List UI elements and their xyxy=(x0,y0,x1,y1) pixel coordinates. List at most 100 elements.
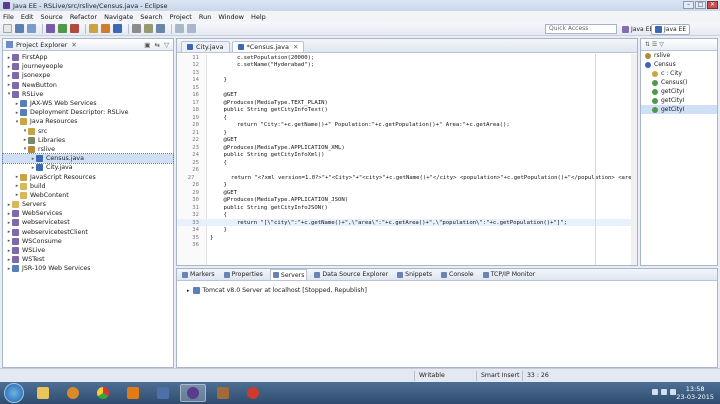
task-recorder[interactable] xyxy=(240,384,266,402)
tree-item[interactable]: ▸ JavaScript Resources xyxy=(3,172,173,181)
menu-search[interactable]: Search xyxy=(140,13,162,21)
code-line[interactable]: 29 @GET xyxy=(177,189,635,196)
tree-item[interactable]: ▾ Java Resources xyxy=(3,117,173,126)
code-line[interactable]: 35} xyxy=(177,234,635,241)
tree-item[interactable]: ▸ Census.java xyxy=(2,153,174,165)
search-icon[interactable] xyxy=(144,24,153,33)
menu-edit[interactable]: Edit xyxy=(21,13,34,21)
code-line[interactable]: 20 return "City:"+c.getName()+" Populati… xyxy=(177,122,635,129)
tab-servers[interactable]: Servers xyxy=(269,269,308,280)
tree-item[interactable]: ▾ src xyxy=(3,127,173,136)
outline-item[interactable]: rslive xyxy=(641,51,717,60)
outline-item[interactable]: c : City xyxy=(641,69,717,78)
tray-icon[interactable] xyxy=(652,389,658,395)
code-line[interactable]: 15 xyxy=(177,84,635,91)
tree-item[interactable]: ▾ rslive xyxy=(3,145,173,154)
outline-item[interactable]: getCityI xyxy=(641,105,717,114)
new-java-project-icon[interactable] xyxy=(89,24,98,33)
tree-item[interactable]: ▸ WSTest xyxy=(3,255,173,264)
tree-item[interactable]: ▸ journeyeople xyxy=(3,62,173,71)
code-line[interactable]: 13 xyxy=(177,69,635,76)
tree-item[interactable]: ▸ jsonexpe xyxy=(3,71,173,80)
volume-icon[interactable] xyxy=(670,389,676,395)
tab-census-java[interactable]: *Census.java ✕ xyxy=(231,41,305,52)
tree-item[interactable]: ▸ build xyxy=(3,182,173,191)
new-class-icon[interactable] xyxy=(113,24,122,33)
outline-item[interactable]: Census() xyxy=(641,78,717,87)
code-line[interactable]: 16 @GET xyxy=(177,92,635,99)
menu-refactor[interactable]: Refactor xyxy=(70,13,97,21)
tab-tcp-ip-monitor[interactable]: TCP/IP Monitor xyxy=(481,269,538,280)
code-line[interactable]: 14 } xyxy=(177,77,635,84)
new-icon[interactable] xyxy=(3,24,12,33)
outline-item[interactable]: Census xyxy=(641,60,717,69)
tree-item[interactable]: ▸ webservicetest xyxy=(3,218,173,227)
network-icon[interactable] xyxy=(661,389,667,395)
outline-item[interactable]: getCityI xyxy=(641,96,717,105)
code-line[interactable]: 30 @Produces(MediaType.APPLICATION_JSON) xyxy=(177,197,635,204)
perspective-java-ee-active[interactable]: Java EE xyxy=(651,24,691,35)
menu-help[interactable]: Help xyxy=(251,13,266,21)
tab-console[interactable]: Console xyxy=(439,269,476,280)
tree-item[interactable]: ▸ JSR-109 Web Services xyxy=(3,264,173,273)
code-line[interactable]: 17 @Produces(MediaType.TEXT_PLAIN) xyxy=(177,99,635,106)
save-icon[interactable] xyxy=(15,24,24,33)
forward-icon[interactable] xyxy=(187,24,196,33)
tab-markers[interactable]: Markers xyxy=(180,269,217,280)
code-line[interactable]: 36 xyxy=(177,242,635,249)
code-line[interactable]: 24 public String getCityInfoXml() xyxy=(177,152,635,159)
code-line[interactable]: 19 { xyxy=(177,114,635,121)
close-button[interactable]: ✕ xyxy=(707,1,718,9)
code-line[interactable]: 22 @GET xyxy=(177,137,635,144)
tree-item[interactable]: ▸ FirstApp xyxy=(3,53,173,62)
back-icon[interactable] xyxy=(175,24,184,33)
code-line[interactable]: 11 c.setPopulation(20000); xyxy=(177,54,635,61)
debug-icon[interactable] xyxy=(46,24,55,33)
menu-run[interactable]: Run xyxy=(199,13,211,21)
save-all-icon[interactable] xyxy=(27,24,36,33)
code-line[interactable]: 23 @Produces(MediaType.APPLICATION_XML) xyxy=(177,144,635,151)
minimize-button[interactable]: – xyxy=(683,1,694,9)
tree-item[interactable]: ▸ NewButton xyxy=(3,81,173,90)
tab-city-java[interactable]: City.java xyxy=(181,41,230,52)
code-area[interactable]: 11 c.setPopulation(20000); 12 c.setName("… xyxy=(177,54,635,265)
menu-source[interactable]: Source xyxy=(40,13,62,21)
tree-item[interactable]: ▸ WSLive xyxy=(3,246,173,255)
tree-item[interactable]: ▸ Libraries xyxy=(3,136,173,145)
tree-item[interactable]: ▾ RSLive xyxy=(3,90,173,99)
task-chrome[interactable] xyxy=(90,384,116,402)
tree-item[interactable]: ▸ WebServices xyxy=(3,209,173,218)
close-icon[interactable]: ✕ xyxy=(71,41,76,49)
code-line[interactable]: 26 xyxy=(177,167,635,174)
project-explorer-tab[interactable]: Project Explorer ✕ ▣ ⇆ ▽ xyxy=(3,39,173,51)
tree-item[interactable]: ▸ WSConsume xyxy=(3,237,173,246)
outline-toolbar[interactable]: ⇅ ☰ ▽ xyxy=(641,39,717,51)
code-line[interactable]: 31 public String getCityInfoJSON() xyxy=(177,204,635,211)
editor-scrollbar[interactable] xyxy=(631,54,637,265)
code-line[interactable]: 28 } xyxy=(177,182,635,189)
menu-navigate[interactable]: Navigate xyxy=(104,13,133,21)
code-line[interactable]: 18 public String getCityInfoText() xyxy=(177,107,635,114)
task-paint[interactable] xyxy=(210,384,236,402)
task-save[interactable] xyxy=(150,384,176,402)
menu-window[interactable]: Window xyxy=(218,13,244,21)
menu-file[interactable]: File xyxy=(3,13,14,21)
tab-snippets[interactable]: Snippets xyxy=(395,269,434,280)
taskbar-clock[interactable]: 13:58 23-03-2015 xyxy=(676,385,714,401)
tree-item[interactable]: ▸ JAX-WS Web Services xyxy=(3,99,173,108)
server-entry[interactable]: ▸ Tomcat v8.0 Server at localhost [Stopp… xyxy=(187,287,367,294)
code-line[interactable]: 21 } xyxy=(177,129,635,136)
code-line[interactable]: 27 return "<?xml version=1.0?>"+"<City>"… xyxy=(177,174,635,181)
tree-item[interactable]: ▸ WebContent xyxy=(3,191,173,200)
open-type-icon[interactable] xyxy=(132,24,141,33)
tree-item[interactable]: ▸ Servers xyxy=(3,200,173,209)
expand-arrow-icon[interactable]: ▸ xyxy=(187,288,190,294)
run-icon[interactable] xyxy=(58,24,67,33)
close-icon[interactable]: ✕ xyxy=(293,43,298,51)
tab-properties[interactable]: Properties xyxy=(222,269,265,280)
start-button[interactable] xyxy=(4,383,24,403)
maximize-button[interactable]: □ xyxy=(695,1,706,9)
code-line[interactable]: 25 { xyxy=(177,159,635,166)
code-line[interactable]: 34 } xyxy=(177,227,635,234)
code-line[interactable]: 33 return "[\"city\":"+c.getName()+",\"a… xyxy=(177,219,635,227)
